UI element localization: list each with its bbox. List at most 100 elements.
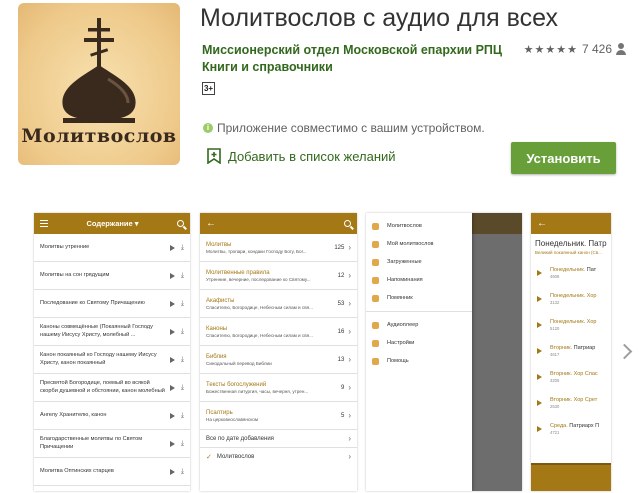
play-icon[interactable] bbox=[169, 440, 175, 447]
track-meta: 3132 bbox=[550, 300, 560, 305]
category-title: Псалтирь bbox=[206, 409, 233, 416]
screenshot-1[interactable]: Содержание ▾ Молитвы утренние ⤓ Молитвы на… bbox=[34, 213, 190, 491]
list-item-label: Канон покаянный ко Господу нашему Иисусу… bbox=[40, 352, 157, 366]
download-icon[interactable]: ⤓ bbox=[181, 440, 184, 448]
download-icon[interactable]: ⤓ bbox=[181, 356, 184, 364]
category-row[interactable]: Тексты богослужений Божественная литургия… bbox=[200, 374, 357, 402]
download-icon[interactable]: ⤓ bbox=[181, 328, 184, 336]
category-count: 125 bbox=[334, 244, 345, 251]
track-row[interactable]: Понедельник. Пат 4608 bbox=[531, 260, 611, 286]
drawer-item[interactable]: Молитвослов bbox=[366, 217, 472, 235]
install-button[interactable]: Установить bbox=[511, 142, 616, 174]
play-icon[interactable] bbox=[169, 356, 175, 363]
drawer-item[interactable]: Помянник bbox=[366, 289, 472, 307]
menu-icon bbox=[40, 220, 48, 227]
play-icon[interactable] bbox=[169, 300, 175, 307]
list-item[interactable]: Молитвы утренние ⤓ bbox=[34, 234, 190, 262]
track-row[interactable]: Среда. Патриарх П 4721 bbox=[531, 416, 611, 442]
drawer-item[interactable]: Аудиоплеер bbox=[366, 316, 472, 334]
download-icon[interactable]: ⤓ bbox=[181, 244, 184, 252]
category-title: Молитвенные правила bbox=[206, 269, 270, 276]
list-item[interactable]: Ангелу Хранителю, канон ⤓ bbox=[34, 402, 190, 430]
download-icon[interactable]: ⤓ bbox=[181, 384, 184, 392]
download-icon[interactable]: ⤓ bbox=[181, 468, 184, 476]
track-row[interactable]: Понедельник. Хор 5120 bbox=[531, 312, 611, 338]
list-item[interactable]: Молитвы на сон грядущим ⤓ bbox=[34, 262, 190, 290]
back-arrow-icon: ← bbox=[206, 218, 216, 229]
category-row[interactable]: Псалтирь На церковнославянском 5 › bbox=[200, 402, 357, 430]
next-screenshot-chevron-icon[interactable] bbox=[617, 342, 631, 362]
shot2-list: Молитвы Молитвы, тропари, кондаки Господу… bbox=[200, 234, 357, 430]
category-row[interactable]: Молитвы Молитвы, тропари, кондаки Господу… bbox=[200, 234, 357, 262]
play-icon[interactable] bbox=[537, 348, 542, 354]
category-subtitle: Молитвы, тропари, кондаки Господу Богу, … bbox=[206, 248, 307, 254]
chevron-right-icon: › bbox=[348, 411, 351, 420]
track-row[interactable]: Вторник. Хор Срет 2530 bbox=[531, 390, 611, 416]
screenshot-4[interactable]: ← Понедельник. Патр Великий покаянный ка… bbox=[531, 213, 611, 491]
play-icon[interactable] bbox=[537, 270, 542, 276]
category-row[interactable]: Библия Синодальный перевод Библии 13 › bbox=[200, 346, 357, 374]
screenshot-3[interactable]: Молитвослов Мой молитвослов Загруженные Нап… bbox=[366, 213, 522, 491]
track-row[interactable]: Понедельник. Хор 3132 bbox=[531, 286, 611, 312]
drawer-item-label: Загруженные bbox=[387, 259, 422, 265]
screenshot-2[interactable]: ← Молитвы Молитвы, тропари, кондаки Госпо… bbox=[200, 213, 357, 491]
sort-label: Все по дате добавления bbox=[206, 435, 274, 442]
list-item[interactable]: Молитва Оптинских старцев ⤓ bbox=[34, 458, 190, 486]
list-item[interactable]: Канон покаянный ко Господу нашему Иисусу… bbox=[34, 346, 190, 374]
play-icon[interactable] bbox=[537, 426, 542, 432]
category-subtitle: Утренние, вечерние, последование ко Свят… bbox=[206, 276, 311, 282]
play-icon[interactable] bbox=[537, 322, 542, 328]
play-icon[interactable] bbox=[537, 374, 542, 380]
list-item-label: Молитва Оптинских старцев bbox=[40, 467, 114, 474]
person-icon bbox=[616, 43, 626, 55]
list-item[interactable]: Благодарственные молитвы по Святом Прича… bbox=[34, 430, 190, 458]
drawer-item[interactable]: Мой молитвослов bbox=[366, 235, 472, 253]
drawer-item-icon bbox=[372, 357, 379, 365]
category-link[interactable]: Книги и справочники bbox=[202, 60, 333, 74]
play-icon[interactable] bbox=[169, 412, 175, 419]
list-item[interactable]: Каноны совмещённые (Покаянный Господу на… bbox=[34, 318, 190, 346]
category-subtitle: Божественная литургия, часы, вечерня, ут… bbox=[206, 388, 309, 394]
drawer-item-label: Молитвослов bbox=[387, 223, 422, 229]
developer-link[interactable]: Миссионерский отдел Московской епархии Р… bbox=[202, 43, 502, 57]
bottom-label: Молитвослов bbox=[216, 453, 255, 460]
track-row[interactable]: Вторник. Патриар 4617 bbox=[531, 338, 611, 364]
add-to-wishlist-button[interactable]: Добавить в список желаний bbox=[207, 148, 396, 164]
play-icon[interactable] bbox=[169, 468, 175, 475]
search-icon bbox=[177, 220, 184, 227]
drawer-item[interactable]: Загруженные bbox=[366, 253, 472, 271]
drawer-item[interactable]: Напоминания bbox=[366, 271, 472, 289]
drawer-item-icon bbox=[372, 321, 379, 329]
play-icon[interactable] bbox=[169, 328, 175, 335]
drawer-item-icon bbox=[372, 222, 379, 230]
app-store-page: Молитвослов Молитвослов с аудио для всех… bbox=[0, 0, 640, 493]
shot1-list: Молитвы утренние ⤓ Молитвы на сон грядущим… bbox=[34, 234, 190, 486]
drawer-item-label: Настройки bbox=[387, 340, 415, 346]
list-item[interactable]: Пресвятой Богородице, поемый во всякой с… bbox=[34, 374, 190, 402]
track-meta: 5120 bbox=[550, 326, 560, 331]
info-icon: i bbox=[203, 123, 213, 133]
list-item[interactable]: Последование ко Святому Причащению ⤓ bbox=[34, 290, 190, 318]
category-count: 13 bbox=[337, 356, 345, 363]
category-row[interactable]: Молитвенные правила Утренние, вечерние, п… bbox=[200, 262, 357, 290]
play-icon[interactable] bbox=[169, 384, 175, 391]
download-icon[interactable]: ⤓ bbox=[181, 272, 184, 280]
track-row[interactable]: Вторник. Хор Спас 3205 bbox=[531, 364, 611, 390]
play-icon[interactable] bbox=[537, 296, 542, 302]
drawer-item[interactable]: Настройки bbox=[366, 334, 472, 352]
category-row[interactable]: Акафисты Спасителю, Богородице, Небесным … bbox=[200, 290, 357, 318]
drawer-item[interactable]: Помощь bbox=[366, 352, 472, 370]
download-icon[interactable]: ⤓ bbox=[181, 412, 184, 420]
search-icon bbox=[344, 220, 351, 227]
drawer-item-label: Помянник bbox=[387, 295, 413, 301]
category-count: 9 bbox=[340, 384, 345, 391]
drawer-item-label: Мой молитвослов bbox=[387, 241, 434, 247]
play-icon[interactable] bbox=[169, 272, 175, 279]
category-row[interactable]: Каноны Спасителю, Богородице, Небесным си… bbox=[200, 318, 357, 346]
play-icon[interactable] bbox=[537, 400, 542, 406]
rating: ★★★★★ 7 426 bbox=[524, 42, 626, 56]
shot1-title: Содержание ▾ bbox=[86, 219, 139, 228]
play-icon[interactable] bbox=[169, 244, 175, 251]
drawer-item-icon bbox=[372, 294, 379, 302]
download-icon[interactable]: ⤓ bbox=[181, 300, 184, 308]
